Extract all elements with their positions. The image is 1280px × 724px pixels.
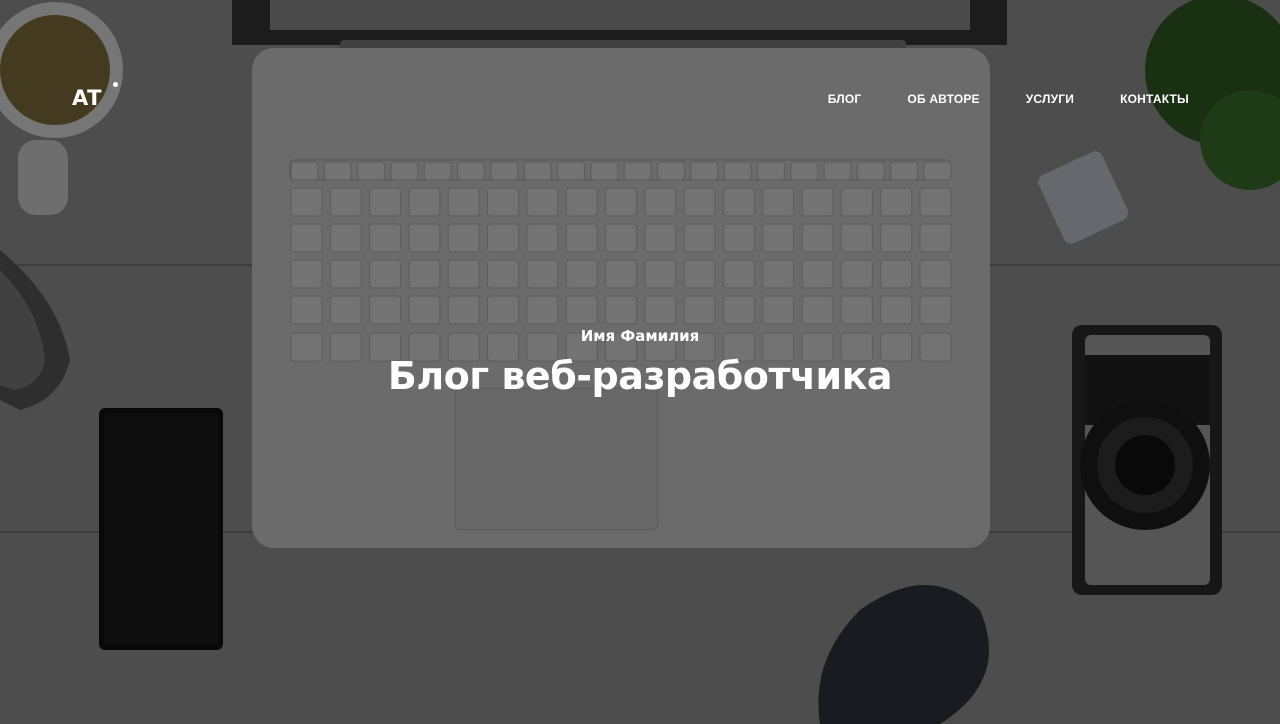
logo-text: AT	[72, 86, 102, 110]
nav-item-about[interactable]: ОБ АВТОРЕ	[907, 92, 979, 106]
logo-dot	[113, 82, 118, 87]
intro: Имя Фамилия Блог веб-разработчика	[0, 326, 1280, 398]
nav-item-contacts[interactable]: КОНТАКТЫ	[1120, 92, 1189, 106]
intro-suptitle: Имя Фамилия	[580, 327, 700, 345]
nav-item-services[interactable]: УСЛУГИ	[1026, 92, 1074, 106]
main-nav: БЛОГ ОБ АВТОРЕ УСЛУГИ КОНТАКТЫ	[828, 92, 1189, 106]
site-logo[interactable]: AT	[72, 82, 118, 110]
nav-item-blog[interactable]: БЛОГ	[828, 92, 862, 106]
intro-title: Блог веб-разработчика	[387, 354, 893, 398]
site-header: AT БЛОГ ОБ АВТОРЕ УСЛУГИ КОНТАКТЫ	[0, 0, 1280, 200]
hero-section: AT БЛОГ ОБ АВТОРЕ УСЛУГИ КОНТАКТЫ Имя Фа…	[0, 0, 1280, 724]
